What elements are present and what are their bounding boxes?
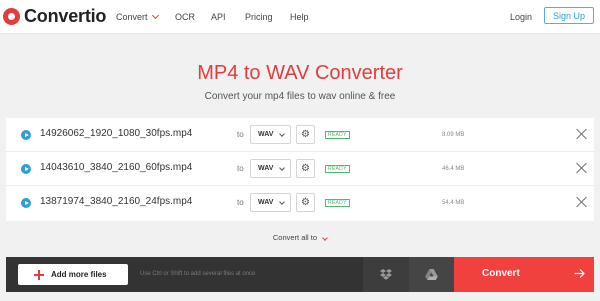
format-select[interactable]: WAV <box>250 125 291 144</box>
file-size: 46.4 MB <box>442 166 465 172</box>
play-icon[interactable] <box>21 164 31 174</box>
file-size: 54.4 MB <box>442 200 465 206</box>
chevron-down-icon <box>279 131 285 137</box>
page-title: MP4 to WAV Converter <box>197 62 403 84</box>
dropbox-icon <box>380 269 392 280</box>
nav-pricing[interactable]: Pricing <box>245 0 273 34</box>
status-badge: READY <box>325 199 350 207</box>
gear-icon: ⚙ <box>301 129 310 140</box>
file-size: 8.09 MB <box>442 132 465 138</box>
format-select[interactable]: WAV <box>250 159 291 178</box>
chevron-down-icon <box>279 199 285 205</box>
google-drive-button[interactable] <box>409 257 454 292</box>
dropbox-button[interactable] <box>363 257 409 292</box>
close-icon[interactable] <box>576 162 588 174</box>
settings-button[interactable]: ⚙ <box>296 159 315 178</box>
file-row: 14926062_1920_1080_30fps.mp4 to WAV ⚙ RE… <box>6 118 594 152</box>
to-label: to <box>237 198 244 207</box>
file-list: 14926062_1920_1080_30fps.mp4 to WAV ⚙ RE… <box>6 118 594 221</box>
chevron-down-icon <box>322 235 328 241</box>
convert-all-dropdown[interactable]: Convert all to <box>0 233 600 242</box>
play-icon[interactable] <box>21 198 31 208</box>
arrow-right-icon <box>574 268 585 279</box>
top-navigation-bar: Convertio Convert OCR API Pricing Help L… <box>0 0 600 34</box>
settings-button[interactable]: ⚙ <box>296 193 315 212</box>
convertio-logo-icon <box>3 7 20 25</box>
file-name: 13871974_3840_2160_24fps.mp4 <box>40 196 193 207</box>
login-link[interactable]: Login <box>510 0 532 34</box>
convert-all-label: Convert all to <box>272 233 318 242</box>
nav-ocr[interactable]: OCR <box>175 0 195 34</box>
close-icon[interactable] <box>576 196 588 208</box>
file-row: 14043610_3840_2160_60fps.mp4 to WAV ⚙ RE… <box>6 152 594 186</box>
status-badge: READY <box>325 131 350 139</box>
add-more-files-button[interactable]: Add more files <box>18 264 128 285</box>
nav-api[interactable]: API <box>211 0 226 34</box>
format-select-value: WAV <box>258 199 274 206</box>
bottom-action-bar: Add more files Use Ctrl or Shift to add … <box>6 257 594 292</box>
file-name: 14043610_3840_2160_60fps.mp4 <box>40 162 193 173</box>
chevron-down-icon <box>151 11 159 20</box>
to-label: to <box>237 164 244 173</box>
settings-button[interactable]: ⚙ <box>296 125 315 144</box>
nav-convert-label: Convert <box>116 12 148 22</box>
convert-button[interactable]: Convert <box>454 257 594 292</box>
logo-text: Convertio <box>24 5 107 26</box>
page-subtitle: Convert your mp4 files to wav online & f… <box>204 91 396 102</box>
plus-icon <box>34 269 44 280</box>
format-select-value: WAV <box>258 165 274 172</box>
file-name: 14926062_1920_1080_30fps.mp4 <box>40 128 193 139</box>
play-icon[interactable] <box>21 130 31 140</box>
add-more-files-label: Add more files <box>51 270 107 279</box>
convert-button-label: Convert <box>482 268 520 279</box>
nav-convert[interactable]: Convert <box>116 0 159 34</box>
close-icon[interactable] <box>576 128 588 140</box>
convertio-logo[interactable]: Convertio <box>3 6 106 26</box>
file-row: 13871974_3840_2160_24fps.mp4 to WAV ⚙ RE… <box>6 186 594 220</box>
google-drive-icon <box>425 269 438 280</box>
gear-icon: ⚙ <box>301 197 310 208</box>
to-label: to <box>237 130 244 139</box>
chevron-down-icon <box>279 165 285 171</box>
gear-icon: ⚙ <box>301 163 310 174</box>
signup-button[interactable]: Sign Up <box>544 7 594 24</box>
status-badge: READY <box>325 165 350 173</box>
format-select-value: WAV <box>258 131 274 138</box>
format-select[interactable]: WAV <box>250 193 291 212</box>
multi-select-hint: Use Ctrl or Shift to add several files a… <box>140 271 256 277</box>
nav-help[interactable]: Help <box>290 0 309 34</box>
